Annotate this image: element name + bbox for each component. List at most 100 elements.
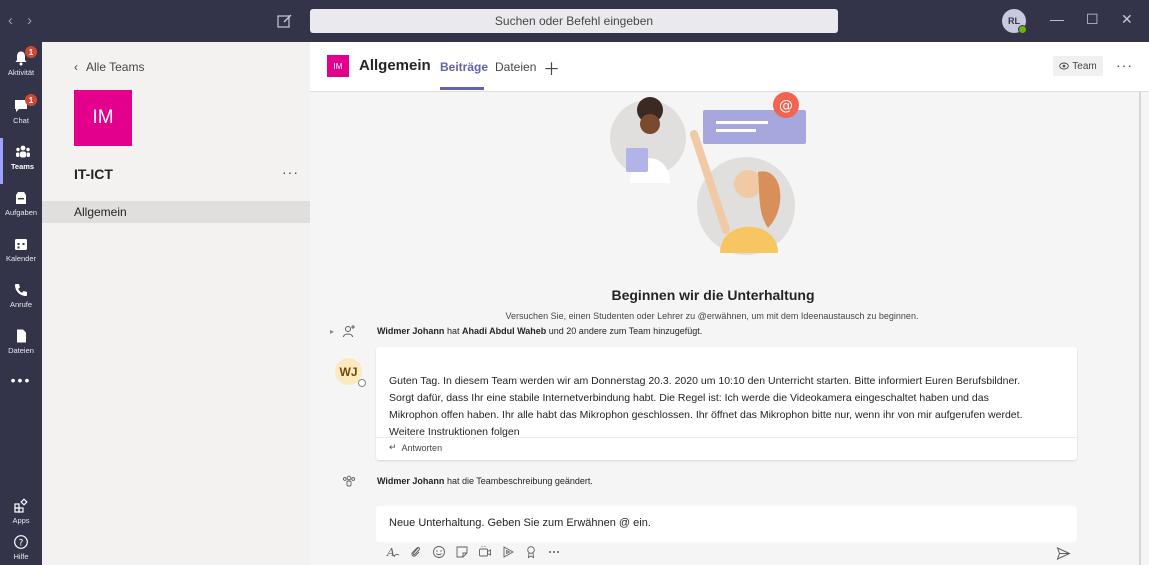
send-icon[interactable] (1056, 546, 1071, 561)
team-more-options-button[interactable]: ··· (282, 164, 299, 180)
appbar-item-files[interactable]: Dateien (0, 322, 42, 368)
tab-files[interactable]: Dateien (495, 60, 536, 74)
chevron-left-icon: ‹ (74, 60, 78, 74)
post-line: Sorgt dafür, dass Ihr eine stabile Inter… (389, 392, 989, 404)
reply-button[interactable]: ↵ Antworten (389, 442, 442, 453)
eye-icon (1059, 62, 1070, 70)
team-button-label: Team (1072, 60, 1097, 72)
appbar-label: Chat (13, 116, 29, 125)
channel-more-options-button[interactable]: ··· (1116, 57, 1133, 73)
event-target[interactable]: Ahadi Abdul Waheb (462, 326, 546, 336)
active-tab-indicator (440, 87, 484, 90)
appbar-label: Teams (10, 162, 35, 171)
empty-state-subtitle: Versuchen Sie, einen Studenten oder Lehr… (505, 311, 919, 321)
team-avatar: IM (74, 90, 132, 146)
user-initials: RL (1008, 16, 1020, 26)
user-avatar[interactable]: RL (1002, 9, 1027, 34)
appbar-item-calls[interactable]: Anrufe (0, 276, 42, 322)
event-rest: hat die Teambeschreibung geändert. (444, 476, 593, 486)
presence-available-icon (1018, 25, 1027, 34)
forward-arrow-icon[interactable]: › (27, 12, 32, 29)
appbar-label: Aufgaben (4, 208, 38, 217)
event-connector: hat (444, 326, 462, 336)
post-line: Weitere Instruktionen folgen (389, 426, 520, 438)
post-line: Guten Tag. In diesem Team werden wir am … (389, 375, 1021, 387)
expand-chevron-icon[interactable]: ▸ (330, 327, 334, 336)
format-icon[interactable]: A (386, 545, 400, 559)
help-icon: ? (14, 535, 28, 549)
new-conversation-input[interactable]: Neue Unterhaltung. Geben Sie zum Erwähne… (376, 506, 1077, 542)
appbar-label: Anrufe (9, 300, 33, 309)
appbar-more-button[interactable]: ••• (0, 368, 42, 414)
back-arrow-icon[interactable]: ‹ (8, 12, 13, 29)
team-icon (342, 475, 356, 487)
more-icon: ••• (10, 372, 32, 388)
compose-toolbar: A (386, 545, 561, 559)
system-event-text: Widmer Johann hat Ahadi Abdul Waheb und … (377, 326, 702, 336)
channel-title: Allgemein (359, 57, 431, 74)
file-icon (17, 329, 26, 343)
post-card: Guten Tag. In diesem Team werden wir am … (376, 347, 1077, 460)
phone-icon (15, 284, 27, 296)
svg-text:@: @ (779, 98, 793, 114)
appbar-item-help[interactable]: ? Hilfe (0, 528, 42, 565)
event-actor[interactable]: Widmer Johann (377, 326, 444, 336)
event-rest: und 20 andere zum Team hinzugefügt. (546, 326, 703, 336)
channel-main: IM Allgemein Beiträge Dateien ＋ Team ···… (310, 42, 1149, 565)
praise-icon[interactable] (524, 545, 538, 559)
stream-icon[interactable] (501, 545, 515, 559)
scrollbar[interactable] (1139, 92, 1141, 565)
apps-icon (14, 498, 28, 513)
tab-posts[interactable]: Beiträge (440, 60, 488, 74)
appbar-label: Hilfe (13, 552, 29, 561)
calendar-icon (15, 239, 27, 250)
appbar-label: Aktivität (7, 68, 35, 77)
channel-item-allgemein[interactable]: Allgemein (42, 201, 310, 223)
system-event-members-added: ▸ Widmer Johann hat Ahadi Abdul Waheb un… (310, 324, 1110, 342)
post-divider (376, 437, 1077, 438)
svg-text:A: A (386, 546, 395, 559)
team-panel: ‹ Alle Teams IM IT-ICT ··· Allgemein (42, 42, 310, 565)
compose-icon[interactable] (276, 12, 294, 30)
all-teams-link[interactable]: ‹ Alle Teams (74, 60, 144, 74)
reply-arrow-icon: ↵ (389, 442, 397, 452)
add-person-icon (343, 325, 355, 338)
plus-icon: ＋ (543, 60, 560, 79)
welcome-illustration: @ (610, 92, 806, 255)
appbar-item-chat[interactable]: 1 Chat (0, 92, 42, 138)
presence-offline-icon (358, 379, 366, 387)
event-actor[interactable]: Widmer Johann (377, 476, 444, 486)
appbar-item-calendar[interactable]: Kalender (0, 230, 42, 276)
title-bar: ‹ › Suchen oder Befehl eingeben RL — ☐ ✕ (0, 0, 1149, 42)
appbar-item-assignments[interactable]: Aufgaben (0, 184, 42, 230)
maximize-icon[interactable]: ☐ (1086, 11, 1099, 28)
teams-icon (15, 145, 30, 158)
post-body: Guten Tag. In diesem Team werden wir am … (389, 373, 1071, 441)
team-button[interactable]: Team (1053, 56, 1103, 76)
activity-badge: 1 (25, 46, 37, 58)
channel-header: IM Allgemein Beiträge Dateien ＋ Team ··· (310, 42, 1149, 92)
empty-state-title: Beginnen wir die Unterhaltung (611, 287, 815, 303)
svg-text:?: ? (19, 538, 24, 548)
emoji-icon[interactable] (432, 545, 446, 559)
sticker-icon[interactable] (455, 545, 469, 559)
post-line: Mikrophon offen haben. Ihr alle habt das… (389, 409, 1023, 421)
system-event-text: Widmer Johann hat die Teambeschreibung g… (377, 476, 593, 486)
add-tab-button[interactable]: ＋ (543, 55, 560, 80)
meet-now-icon[interactable] (478, 545, 492, 559)
appbar-item-activity[interactable]: 1 Aktivität (0, 44, 42, 90)
attach-icon[interactable] (409, 545, 423, 559)
appbar-item-teams[interactable]: Teams (0, 138, 42, 184)
appbar-label: Apps (12, 516, 30, 525)
reply-label: Antworten (401, 442, 443, 453)
app-bar: 1 Aktivität 1 Chat Teams Aufgaben Kalend… (0, 42, 42, 565)
close-icon[interactable]: ✕ (1121, 11, 1133, 28)
system-event-description-changed: Widmer Johann hat die Teambeschreibung g… (310, 474, 1110, 492)
appbar-label: Kalender (5, 254, 37, 263)
more-options-icon[interactable] (547, 545, 561, 559)
minimize-icon[interactable]: — (1050, 11, 1064, 27)
channel-avatar: IM (327, 55, 349, 77)
chat-badge: 1 (25, 94, 37, 106)
search-input[interactable]: Suchen oder Befehl eingeben (310, 9, 838, 33)
team-name: IT-ICT (74, 166, 113, 182)
